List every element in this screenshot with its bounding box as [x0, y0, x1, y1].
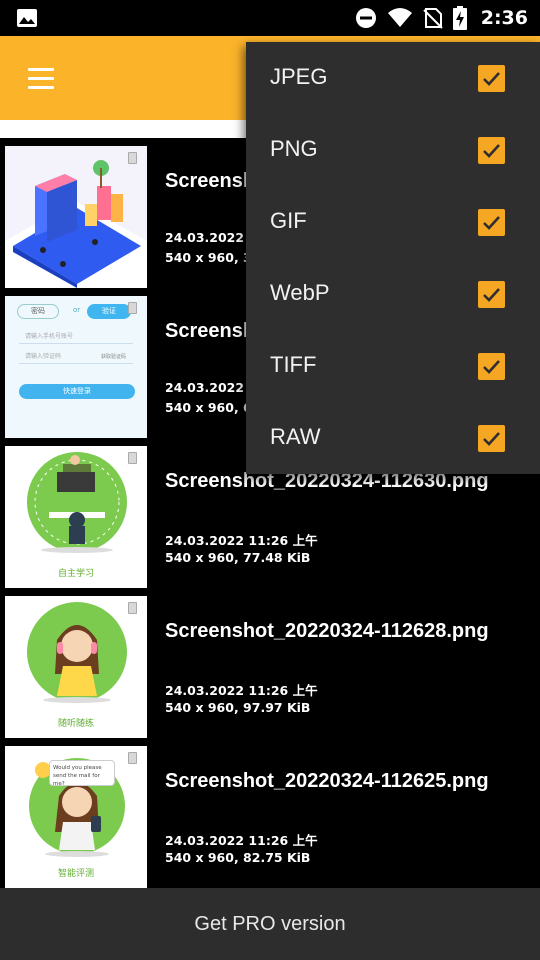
wifi-icon: [387, 8, 412, 27]
login-field-phone: 请输入手机号账号: [19, 330, 133, 344]
selection-badge-icon: [128, 452, 137, 464]
gallery-icon: [17, 9, 37, 27]
selection-badge-icon: [128, 752, 137, 764]
thumbnail[interactable]: [5, 146, 147, 288]
menu-item-label: RAW: [270, 424, 321, 449]
file-meta: 540 x 960, 77.48 KiB: [165, 550, 311, 565]
isometric-shop-illustration: [5, 160, 147, 288]
status-bar: 2:36: [0, 0, 540, 36]
file-meta: 540 x 960, 97.97 KiB: [165, 700, 311, 715]
do-not-disturb-icon: [355, 8, 376, 28]
check-icon: [483, 72, 500, 86]
menu-item-label: PNG: [270, 136, 318, 161]
file-date: 24.03.2022 11:26 上午: [165, 683, 318, 698]
clock: 2:36: [480, 7, 528, 29]
menu-item-png[interactable]: PNG: [246, 114, 540, 186]
hamburger-menu-icon[interactable]: [24, 66, 60, 92]
menu-item-label: TIFF: [270, 352, 317, 377]
thumbnail[interactable]: Would you please send the mail for me? 智…: [5, 746, 147, 888]
menu-item-jpeg[interactable]: JPEG: [246, 42, 540, 114]
list-item[interactable]: Would you please send the mail for me? 智…: [0, 744, 540, 888]
file-date: 24.03.2022 1: [165, 380, 258, 395]
no-sim-icon: [423, 8, 443, 29]
menu-item-raw[interactable]: RAW: [246, 402, 540, 474]
file-date: 24.03.2022 11:26 上午: [165, 533, 318, 548]
get-pro-label: Get PRO version: [194, 912, 346, 935]
menu-item-webp[interactable]: WebP: [246, 258, 540, 330]
login-or: or: [73, 306, 81, 314]
gif-checkbox[interactable]: [478, 209, 505, 236]
menu-item-label: JPEG: [270, 64, 328, 89]
selection-badge-icon: [128, 152, 137, 164]
format-filter-menu: JPEG PNG GIF WebP TIFF RAW: [246, 42, 540, 474]
get-pro-button[interactable]: Get PRO version: [0, 888, 540, 960]
menu-item-label: WebP: [270, 280, 330, 305]
list-item[interactable]: 随听随练 Screenshot_20220324-112628.png 24.0…: [0, 594, 540, 738]
file-date: 24.03.2022 11:26 上午: [165, 833, 318, 848]
png-checkbox[interactable]: [478, 137, 505, 164]
check-icon: [483, 144, 500, 158]
thumbnail[interactable]: 随听随练: [5, 596, 147, 738]
login-tab-left: 密码: [17, 304, 59, 319]
check-icon: [483, 432, 500, 446]
menu-item-tiff[interactable]: TIFF: [246, 330, 540, 402]
menu-item-gif[interactable]: GIF: [246, 186, 540, 258]
thumb-speech-bubble: Would you please send the mail for me?: [49, 760, 115, 787]
thumbnail[interactable]: 自主学习: [5, 446, 147, 588]
tiff-checkbox[interactable]: [478, 353, 505, 380]
selection-badge-icon: [128, 602, 137, 614]
login-tab-right: 验证: [87, 304, 131, 319]
file-date: 24.03.2022 0: [165, 230, 258, 245]
raw-checkbox[interactable]: [478, 425, 505, 452]
check-icon: [483, 288, 500, 302]
thumb-caption: 随听随练: [57, 719, 94, 729]
file-name: Screenshot_20220324-112625.png: [165, 770, 489, 792]
thumb-caption: 智能评测: [57, 869, 94, 879]
file-name: Screenshot_20220324-112628.png: [165, 620, 489, 642]
webp-checkbox[interactable]: [478, 281, 505, 308]
thumb-caption: 自主学习: [57, 569, 94, 579]
menu-item-label: GIF: [270, 208, 307, 233]
check-icon: [483, 216, 500, 230]
battery-charging-icon: [452, 6, 467, 30]
file-meta: 540 x 960, 82.75 KiB: [165, 850, 311, 865]
selection-badge-icon: [128, 302, 137, 314]
thumbnail[interactable]: 密码 or 验证 请输入手机号账号 请输入验证码 获取验证码 快速登录: [5, 296, 147, 438]
check-icon: [483, 360, 500, 374]
login-submit: 快速登录: [19, 384, 135, 399]
jpeg-checkbox[interactable]: [478, 65, 505, 92]
login-code-button: 获取验证码: [101, 354, 127, 360]
